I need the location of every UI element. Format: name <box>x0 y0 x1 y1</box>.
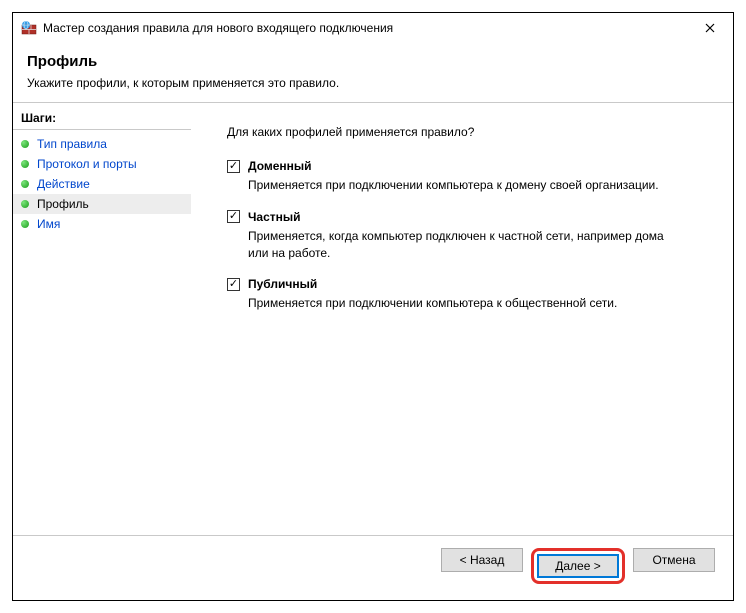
step-label: Профиль <box>37 197 89 211</box>
step-bullet-icon <box>21 220 29 228</box>
step-rule-type[interactable]: Тип правила <box>13 134 191 154</box>
step-action[interactable]: Действие <box>13 174 191 194</box>
wizard-window: Мастер создания правила для нового входя… <box>12 12 734 601</box>
next-button-highlight: Далее > <box>531 548 625 584</box>
option-desc: Применяется, когда компьютер подключен к… <box>248 228 668 262</box>
step-label: Протокол и порты <box>37 157 137 171</box>
back-button[interactable]: < Назад <box>441 548 523 572</box>
step-bullet-icon <box>21 160 29 168</box>
step-label: Тип правила <box>37 137 107 151</box>
page-title: Профиль <box>27 53 719 70</box>
close-button[interactable] <box>695 18 725 38</box>
steps-heading: Шаги: <box>13 109 191 130</box>
body-area: Шаги: Тип правила Протокол и порты Дейст… <box>13 103 733 535</box>
step-label: Действие <box>37 177 90 191</box>
step-label: Имя <box>37 217 60 231</box>
profile-question: Для каких профилей применяется правило? <box>227 125 705 139</box>
step-name[interactable]: Имя <box>13 214 191 234</box>
next-button[interactable]: Далее > <box>537 554 619 578</box>
page-subtitle: Укажите профили, к которым применяется э… <box>27 76 719 90</box>
step-protocol-ports[interactable]: Протокол и порты <box>13 154 191 174</box>
checkbox-domain[interactable]: ✓ <box>227 160 240 173</box>
header-area: Профиль Укажите профили, к которым приме… <box>13 43 733 102</box>
step-bullet-icon <box>21 140 29 148</box>
content-panel: Для каких профилей применяется правило? … <box>191 103 733 535</box>
step-bullet-icon <box>21 200 29 208</box>
firewall-icon <box>21 20 37 36</box>
step-bullet-icon <box>21 180 29 188</box>
steps-sidebar: Шаги: Тип правила Протокол и порты Дейст… <box>13 103 191 535</box>
option-label[interactable]: Доменный <box>248 159 312 173</box>
cancel-button[interactable]: Отмена <box>633 548 715 572</box>
footer-area: < Назад Далее > Отмена <box>13 535 733 600</box>
option-domain: ✓ Доменный Применяется при подключении к… <box>227 159 705 194</box>
option-label[interactable]: Публичный <box>248 277 317 291</box>
titlebar: Мастер создания правила для нового входя… <box>13 13 733 43</box>
step-profile[interactable]: Профиль <box>13 194 191 214</box>
option-label[interactable]: Частный <box>248 210 301 224</box>
option-desc: Применяется при подключении компьютера к… <box>248 177 668 194</box>
option-desc: Применяется при подключении компьютера к… <box>248 295 668 312</box>
checkbox-private[interactable]: ✓ <box>227 210 240 223</box>
option-public: ✓ Публичный Применяется при подключении … <box>227 277 705 312</box>
window-title: Мастер создания правила для нового входя… <box>43 21 695 35</box>
option-private: ✓ Частный Применяется, когда компьютер п… <box>227 210 705 262</box>
checkbox-public[interactable]: ✓ <box>227 278 240 291</box>
